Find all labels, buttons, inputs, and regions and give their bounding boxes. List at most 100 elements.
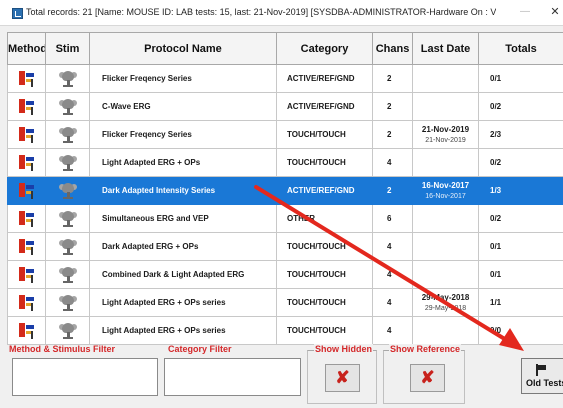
totals-cell: 1/3: [478, 176, 563, 205]
protocol-name-cell: Flicker Freqency Series: [89, 64, 277, 93]
last-date: 29-May-2018: [421, 292, 470, 302]
last-date: 21-Nov-2019: [421, 124, 470, 134]
method-stimulus-filter-input[interactable]: [12, 358, 158, 396]
chans-cell: 4: [372, 148, 413, 177]
table-row[interactable]: C-Wave ERG ACTIVE/REF/GND 2 0/2: [7, 92, 563, 121]
method-stimulus-filter-label: Method & Stimulus Filter: [9, 344, 116, 354]
table-row[interactable]: Dark Adapted Intensity Series ACTIVE/REF…: [7, 176, 563, 205]
totals-cell: 1/1: [478, 288, 563, 317]
old-tests-label: Old Tests: [526, 378, 563, 388]
title-bar: Total records: 21 [Name: MOUSE ID: LAB t…: [0, 0, 563, 26]
chans-cell: 4: [372, 232, 413, 261]
last-date-cell: 16-Nov-2017 16-Nov-2017: [412, 176, 479, 205]
stim-cell[interactable]: [45, 92, 90, 121]
column-header-protocol[interactable]: Protocol Name: [89, 32, 277, 65]
minimize-button[interactable]: —: [515, 3, 535, 21]
table-row[interactable]: Simultaneous ERG and VEP OTHER 6 0/2: [7, 204, 563, 233]
window-title: Total records: 21 [Name: MOUSE ID: LAB t…: [26, 7, 496, 17]
category-cell: ACTIVE/REF/GND: [276, 92, 373, 121]
method-cell[interactable]: [7, 148, 46, 177]
category-cell: TOUCH/TOUCH: [276, 148, 373, 177]
mouse-stimulus-icon: [58, 182, 77, 200]
stim-cell[interactable]: [45, 64, 90, 93]
protocol-name-cell: Dark Adapted ERG + OPs: [89, 232, 277, 261]
protocol-table: Method Stim Protocol Name Category Chans…: [7, 32, 563, 345]
close-button[interactable]: ✕: [547, 3, 563, 21]
column-header-last-date[interactable]: Last Date: [412, 32, 479, 65]
method-cell[interactable]: [7, 260, 46, 289]
table-row[interactable]: Flicker Freqency Series ACTIVE/REF/GND 2…: [7, 64, 563, 93]
totals-cell: 0/2: [478, 204, 563, 233]
mouse-stimulus-icon: [58, 322, 77, 340]
totals-cell: 0/1: [478, 64, 563, 93]
erg-method-icon: [18, 238, 35, 256]
totals-cell: 0/1: [478, 260, 563, 289]
totals-cell: 0/2: [478, 92, 563, 121]
protocol-name-cell: Dark Adapted Intensity Series: [89, 176, 277, 205]
protocol-name-cell: Flicker Freqency Series: [89, 120, 277, 149]
column-header-method[interactable]: Method: [7, 32, 46, 65]
table-row[interactable]: Light Adapted ERG + OPs series TOUCH/TOU…: [7, 288, 563, 317]
flag-icon: [536, 364, 548, 376]
column-header-category[interactable]: Category: [276, 32, 373, 65]
mouse-stimulus-icon: [58, 126, 77, 144]
method-cell[interactable]: [7, 232, 46, 261]
last-date-cell: [412, 232, 479, 261]
stim-cell[interactable]: [45, 232, 90, 261]
mouse-stimulus-icon: [58, 210, 77, 228]
erg-method-icon: [18, 210, 35, 228]
method-cell[interactable]: [7, 92, 46, 121]
column-header-chans[interactable]: Chans: [372, 32, 413, 65]
stim-cell[interactable]: [45, 176, 90, 205]
category-cell: TOUCH/TOUCH: [276, 232, 373, 261]
last-date-cell: [412, 64, 479, 93]
stim-cell[interactable]: [45, 148, 90, 177]
category-filter-input[interactable]: [164, 358, 301, 396]
category-filter-label: Category Filter: [168, 344, 232, 354]
x-mark-icon: ✘: [335, 368, 350, 387]
last-date-cell: [412, 316, 479, 345]
table-row[interactable]: Flicker Freqency Series TOUCH/TOUCH 2 21…: [7, 120, 563, 149]
show-reference-toggle[interactable]: ✘: [410, 364, 445, 392]
show-hidden-toggle[interactable]: ✘: [325, 364, 360, 392]
x-mark-icon: ✘: [420, 368, 435, 387]
protocol-name-cell: C-Wave ERG: [89, 92, 277, 121]
table-row[interactable]: Combined Dark & Light Adapted ERG TOUCH/…: [7, 260, 563, 289]
stim-cell[interactable]: [45, 288, 90, 317]
totals-cell: 0/2: [478, 148, 563, 177]
method-cell[interactable]: [7, 64, 46, 93]
mouse-stimulus-icon: [58, 154, 77, 172]
last-date-cell: [412, 204, 479, 233]
last-date-sub: 21-Nov-2019: [425, 136, 466, 144]
method-cell[interactable]: [7, 288, 46, 317]
table-row[interactable]: Dark Adapted ERG + OPs TOUCH/TOUCH 4 0/1: [7, 232, 563, 261]
stim-cell[interactable]: [45, 316, 90, 345]
category-cell: OTHER: [276, 204, 373, 233]
mouse-stimulus-icon: [58, 294, 77, 312]
chans-cell: 4: [372, 260, 413, 289]
stim-cell[interactable]: [45, 260, 90, 289]
stim-cell[interactable]: [45, 204, 90, 233]
category-cell: TOUCH/TOUCH: [276, 316, 373, 345]
category-cell: TOUCH/TOUCH: [276, 120, 373, 149]
last-date-cell: 21-Nov-2019 21-Nov-2019: [412, 120, 479, 149]
erg-method-icon: [18, 182, 35, 200]
column-header-totals[interactable]: Totals: [478, 32, 563, 65]
last-date-sub: 16-Nov-2017: [425, 192, 466, 200]
stim-cell[interactable]: [45, 120, 90, 149]
column-header-stim[interactable]: Stim: [45, 32, 90, 65]
show-hidden-label: Show Hidden: [314, 344, 373, 354]
last-date-cell: [412, 260, 479, 289]
old-tests-button[interactable]: Old Tests: [521, 358, 563, 394]
method-cell[interactable]: [7, 316, 46, 345]
table-row[interactable]: Light Adapted ERG + OPs TOUCH/TOUCH 4 0/…: [7, 148, 563, 177]
table-header: Method Stim Protocol Name Category Chans…: [7, 32, 563, 65]
erg-method-icon: [18, 294, 35, 312]
table-row[interactable]: Light Adapted ERG + OPs series TOUCH/TOU…: [7, 316, 563, 345]
method-cell[interactable]: [7, 120, 46, 149]
totals-cell: 0/1: [478, 232, 563, 261]
method-cell[interactable]: [7, 176, 46, 205]
chans-cell: 6: [372, 204, 413, 233]
chans-cell: 2: [372, 120, 413, 149]
method-cell[interactable]: [7, 204, 46, 233]
